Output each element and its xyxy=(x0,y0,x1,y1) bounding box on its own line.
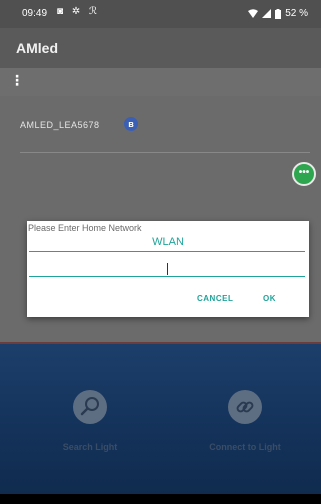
dialog-title: Please Enter Home Network xyxy=(28,223,142,233)
text-cursor xyxy=(167,263,168,275)
message-icon: ◙ xyxy=(57,6,67,17)
cancel-button[interactable]: CANCEL xyxy=(197,294,233,303)
link-icon-circle xyxy=(228,390,262,424)
secondary-toolbar: ⋮ xyxy=(0,68,321,96)
divider xyxy=(20,152,310,153)
settings-icon: ✲ xyxy=(71,6,84,17)
connect-light-label: Connect to Light xyxy=(209,442,281,452)
notification-icons: ◙ ✲ ℛ xyxy=(57,6,100,17)
link-icon xyxy=(236,401,254,413)
search-icon-circle xyxy=(73,390,107,424)
panel-divider xyxy=(0,342,321,344)
status-bar: 09:49 ◙ ✲ ℛ 52 % xyxy=(0,0,321,28)
device-list-item[interactable]: AMLED_LEA5678 ʙ xyxy=(0,113,321,153)
overflow-menu-icon[interactable]: ⋮ xyxy=(10,72,24,90)
search-light-label: Search Light xyxy=(62,442,118,452)
wifi-icon xyxy=(248,9,259,18)
signal-icon xyxy=(262,9,272,18)
battery-percent: 52 % xyxy=(285,8,308,19)
more-icon[interactable]: ••• xyxy=(292,162,316,186)
ok-button[interactable]: OK xyxy=(263,294,276,303)
password-underline xyxy=(29,276,305,277)
app-title: AMled xyxy=(16,40,58,56)
search-light-button[interactable]: Search Light xyxy=(20,390,160,470)
home-network-dialog: Please Enter Home Network WLAN CANCEL OK xyxy=(27,221,309,317)
status-time: 09:49 xyxy=(22,8,48,19)
status-right: 52 % xyxy=(248,8,308,19)
connect-light-button[interactable]: Connect to Light xyxy=(175,390,315,470)
bottom-action-panel: Search Light Connect to Light xyxy=(0,342,321,504)
link-status-icon: ℛ xyxy=(89,6,100,17)
bluetooth-icon: ʙ xyxy=(124,117,138,131)
app-bar: AMled xyxy=(0,28,321,68)
ssid-underline xyxy=(29,251,305,252)
search-icon xyxy=(80,397,99,416)
system-nav-bar xyxy=(0,494,321,504)
network-ssid[interactable]: WLAN xyxy=(27,236,309,248)
device-name: AMLED_LEA5678 xyxy=(20,120,100,130)
battery-icon xyxy=(275,8,282,19)
app-screen: 09:49 ◙ ✲ ℛ 52 % AMled ⋮ AMLED_LEA5678 ʙ… xyxy=(0,0,321,504)
